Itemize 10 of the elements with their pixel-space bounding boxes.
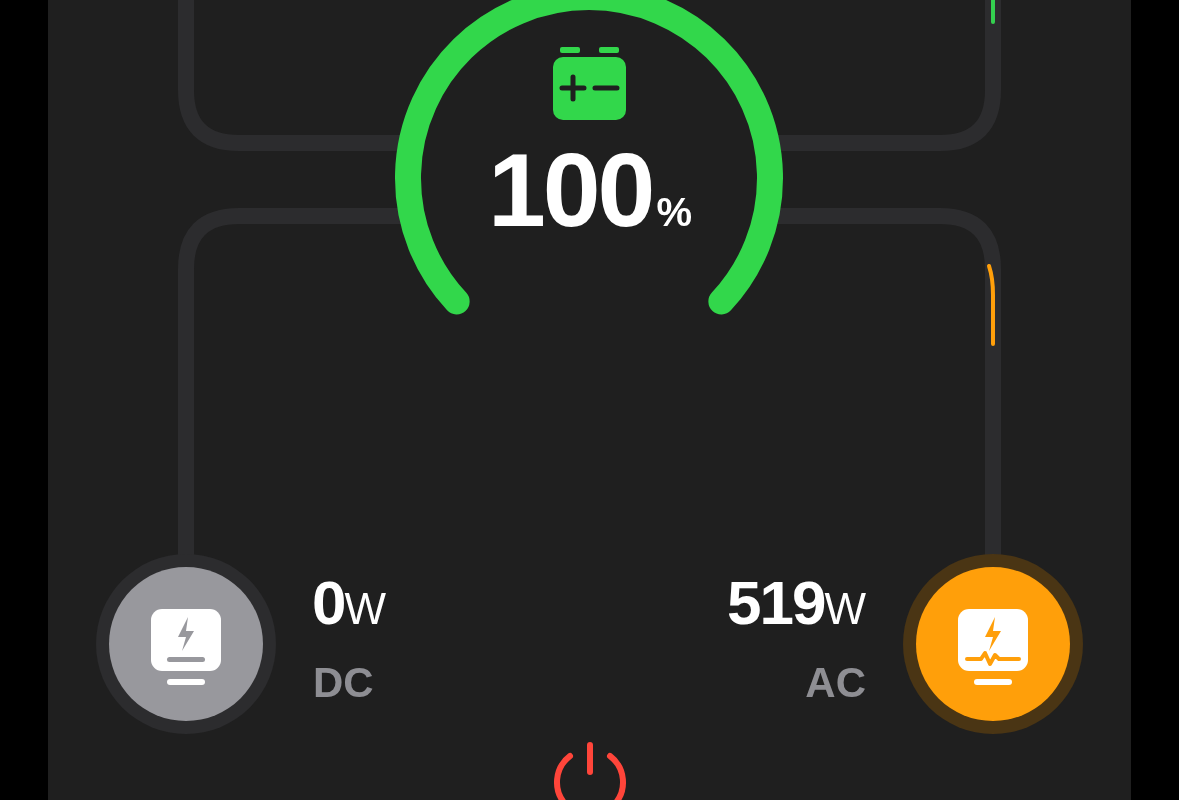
output-power: 0W xyxy=(312,572,386,634)
battery-icon xyxy=(553,47,626,120)
dc-output-icon xyxy=(150,609,222,687)
battery-flow-indicator xyxy=(991,0,995,24)
output-label: AC xyxy=(805,662,866,704)
output-label: DC xyxy=(313,662,374,704)
output-power: 519W xyxy=(727,572,866,634)
battery-percentage: 100% xyxy=(486,138,694,242)
ac-output-icon xyxy=(957,609,1029,687)
power-icon[interactable] xyxy=(554,742,626,800)
